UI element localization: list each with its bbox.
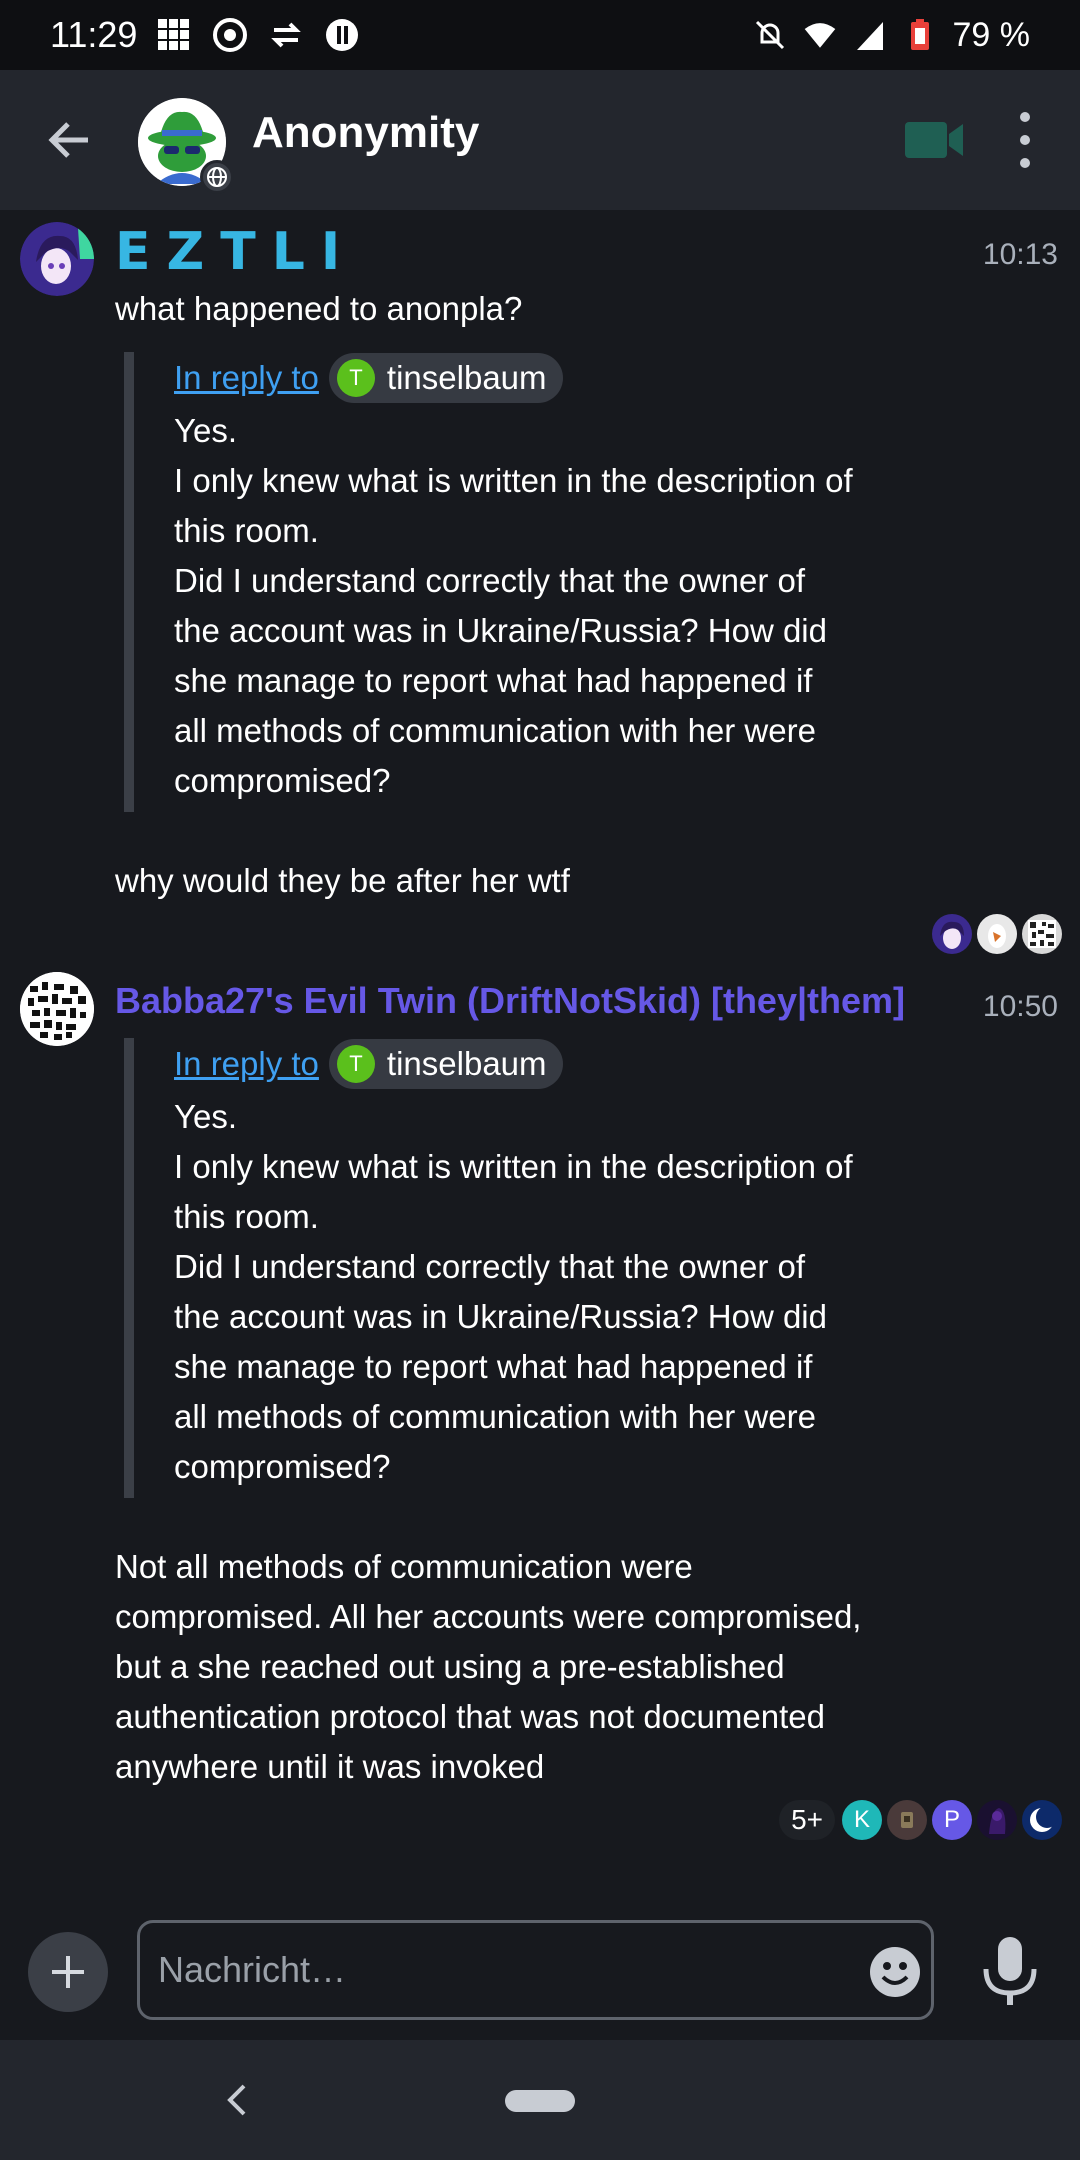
composer	[0, 1895, 1080, 2040]
plus-icon	[52, 1956, 84, 1988]
reply-quote[interactable]: In reply to T tinselbaum Yes. I only kne…	[124, 1038, 924, 1498]
read-receipts[interactable]: 5+ K P	[779, 1800, 1062, 1840]
in-reply-to-link[interactable]: In reply to	[174, 1045, 319, 1083]
user-pill-avatar: T	[336, 1045, 375, 1083]
noise-avatar-icon	[20, 972, 94, 1046]
timestamp: 10:13	[982, 238, 1058, 271]
status-time: 11:29	[50, 14, 138, 55]
more-options-button[interactable]	[1005, 108, 1045, 172]
receipt-avatar	[977, 1800, 1017, 1840]
user-pill-name: tinselbaum	[386, 359, 547, 396]
voice-message-button[interactable]	[978, 1935, 1042, 2009]
video-call-button[interactable]	[905, 118, 967, 162]
avatar[interactable]	[20, 222, 94, 296]
read-receipts[interactable]	[932, 914, 1062, 954]
globe-icon	[207, 167, 227, 187]
emoji-icon	[870, 1947, 920, 1997]
microphone-icon	[983, 1937, 1037, 2005]
status-bar: 11:29 79 %	[0, 0, 1080, 70]
receipt-avatar: P	[932, 1800, 972, 1840]
sender-name[interactable]: Babba27's Evil Twin (DriftNotSkid) [they…	[115, 980, 935, 1022]
public-room-badge	[200, 160, 234, 194]
receipt-avatar	[977, 914, 1017, 954]
app-notification-icon	[325, 18, 359, 52]
emoji-button[interactable]	[868, 1945, 922, 1999]
wifi-icon	[803, 18, 837, 52]
attach-button[interactable]	[28, 1932, 108, 2012]
nav-home-pill[interactable]	[505, 2090, 575, 2112]
more-vert-icon	[1020, 112, 1030, 122]
reply-quote[interactable]: In reply to T tinselbaum Yes. I only kne…	[124, 352, 924, 812]
back-button[interactable]	[40, 110, 100, 170]
video-call-icon	[905, 122, 963, 158]
data-transfer-icon	[269, 18, 303, 52]
apps-grid-icon	[157, 18, 191, 52]
receipt-avatar	[1022, 1800, 1062, 1840]
receipt-avatar: K	[842, 1800, 882, 1840]
message-input[interactable]	[137, 1920, 934, 2020]
nav-back-button[interactable]	[222, 2080, 252, 2120]
user-pill[interactable]: T tinselbaum	[328, 1039, 563, 1089]
sender-name[interactable]: EZTLI	[115, 222, 356, 282]
battery-icon	[903, 18, 937, 52]
back-arrow-icon	[48, 122, 88, 158]
anime-avatar-icon	[20, 222, 94, 296]
message-body: why would they be after her wtf	[115, 862, 570, 899]
signal-icon	[853, 18, 887, 52]
timestamp: 10:50	[982, 990, 1058, 1023]
quoted-text: Yes. I only knew what is written in the …	[174, 412, 853, 799]
user-pill-avatar: T	[336, 359, 375, 397]
in-reply-to-link[interactable]: In reply to	[174, 359, 319, 397]
receipt-avatar	[932, 914, 972, 954]
chevron-left-icon	[227, 2084, 246, 2116]
receipt-avatar	[887, 1800, 927, 1840]
chrome-icon	[213, 18, 248, 52]
user-pill-name: tinselbaum	[386, 1045, 547, 1082]
mute-bell-icon	[753, 18, 787, 52]
avatar[interactable]	[20, 972, 94, 1046]
room-header: Anonymity	[0, 70, 1080, 210]
receipts-more-count: 5+	[779, 1800, 835, 1840]
quoted-text: Yes. I only knew what is written in the …	[174, 1098, 853, 1485]
battery-percent: 79 %	[952, 15, 1031, 54]
room-title[interactable]: Anonymity	[252, 108, 479, 158]
message-text: what happened to anonpla?	[115, 290, 523, 327]
receipt-avatar	[1022, 914, 1062, 954]
message-body: Not all methods of communication were co…	[115, 1548, 862, 1785]
user-pill[interactable]: T tinselbaum	[328, 353, 563, 403]
system-nav-bar	[0, 2040, 1080, 2160]
